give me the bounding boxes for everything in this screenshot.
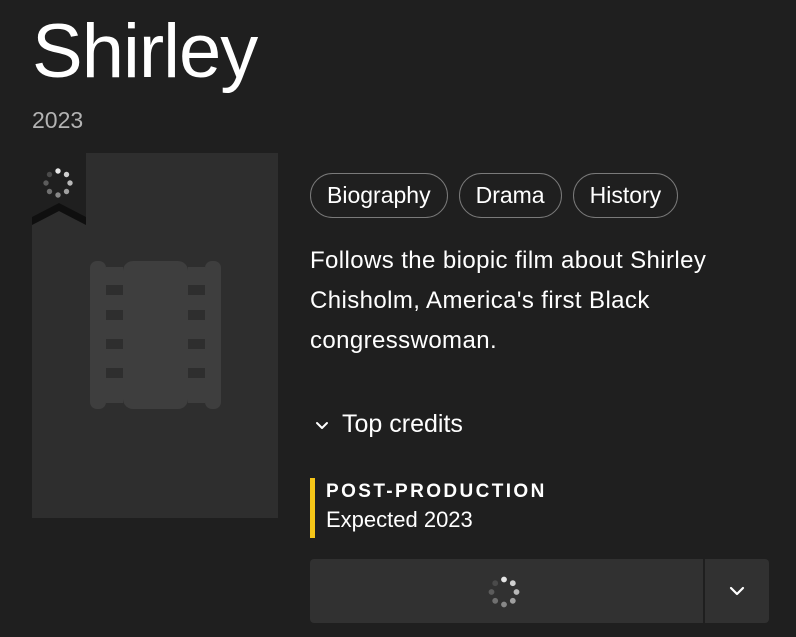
top-credits-label: Top credits <box>342 409 463 438</box>
production-status: POST-PRODUCTION Expected 2023 <box>310 478 547 538</box>
release-year: 2023 <box>32 107 84 133</box>
production-status-label: POST-PRODUCTION <box>326 481 547 502</box>
production-status-detail: Expected 2023 <box>326 507 473 532</box>
top-credits-toggle[interactable]: Top credits <box>310 404 463 444</box>
chevron-down-icon <box>729 586 745 596</box>
title-page: Shirley 2023 Biography Drama History Fol… <box>0 0 796 637</box>
genre-chip-history[interactable]: History <box>572 173 679 218</box>
genre-chips: Biography Drama History <box>310 173 679 218</box>
genre-chip-drama[interactable]: Drama <box>458 173 562 218</box>
add-to-watchlist-button[interactable] <box>310 559 703 623</box>
chevron-down-icon <box>316 422 328 429</box>
loading-spinner-icon <box>43 168 73 198</box>
watchlist-action-bar <box>310 559 769 623</box>
genre-chip-biography[interactable]: Biography <box>310 173 448 218</box>
film-reel-icon <box>90 261 221 409</box>
plot-summary: Follows the biopic film about Shirley Ch… <box>310 247 707 354</box>
loading-spinner-icon <box>488 576 520 608</box>
watchlist-ribbon-button[interactable] <box>32 153 86 227</box>
page-title: Shirley <box>32 9 258 94</box>
watchlist-options-button[interactable] <box>705 559 769 623</box>
